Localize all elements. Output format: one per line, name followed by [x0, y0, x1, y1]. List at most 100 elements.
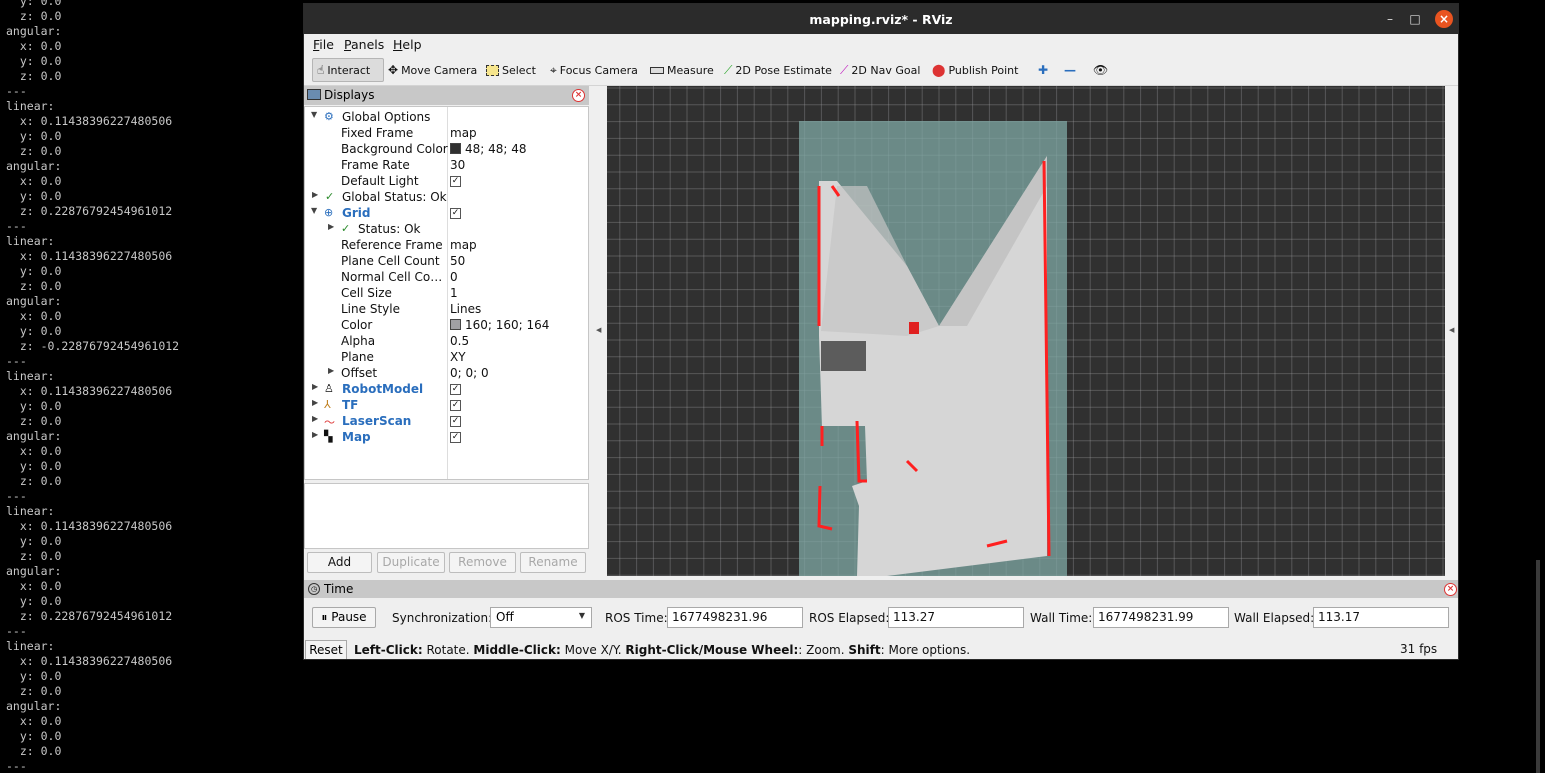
terminal-line: angular: [6, 429, 62, 443]
3d-viewport[interactable] [607, 86, 1445, 576]
minimize-button[interactable]: – [1381, 10, 1399, 28]
terminal-line: x: 0.11438396227480506 [6, 519, 173, 533]
obstacle-shade [821, 341, 866, 371]
terminal-line: z: 0.0 [6, 279, 62, 293]
tree-row-tf[interactable]: ▶ ⅄ TF ✓ [305, 397, 588, 413]
move-camera-tool-button[interactable]: ✥ Move Camera [384, 58, 481, 82]
publish-point-tool-button[interactable]: ⬤ Publish Point [928, 58, 1022, 82]
rviz-window: mapping.rviz* - RViz – □ × File Panels H… [303, 3, 1459, 660]
tree-row-cell-size[interactable]: Cell Size 1 [305, 285, 588, 301]
ros-time-field[interactable]: 1677498231.96 [667, 607, 803, 628]
tree-row-background-color[interactable]: Background Color 48; 48; 48 [305, 141, 588, 157]
magenta-arrow-icon: ⟋ [840, 62, 849, 77]
duplicate-display-button[interactable]: Duplicate [377, 552, 445, 573]
laser-wave-icon: 〜 [324, 416, 335, 429]
terminal-line: z: -0.22876792454961012 [6, 339, 180, 353]
tree-row-reference-frame[interactable]: Reference Frame map [305, 237, 588, 253]
tree-row-offset[interactable]: ▶ Offset 0; 0; 0 [305, 365, 588, 381]
menu-help[interactable]: Help [393, 37, 422, 52]
terminal-line: z: 0.0 [6, 474, 62, 488]
monitor-icon [307, 89, 321, 100]
grid-checkbox[interactable]: ✓ [450, 208, 461, 219]
tree-row-line-style[interactable]: Line Style Lines [305, 301, 588, 317]
terminal-line: y: 0.0 [6, 729, 62, 743]
status-bar: Reset Left-Click: Rotate. Middle-Click: … [304, 638, 1458, 659]
displays-title: Displays [324, 88, 375, 102]
tree-row-map[interactable]: ▶ ▚ Map ✓ [305, 429, 588, 445]
tree-row-global-status[interactable]: ▶ ✓ Global Status: Ok [305, 189, 588, 205]
robot-icon: ♙ [324, 382, 334, 395]
wall-time-label: Wall Time: [1030, 611, 1093, 625]
synchronization-select[interactable]: Off ▼ [490, 607, 592, 628]
map-render[interactable] [607, 86, 1445, 576]
tree-row-grid[interactable]: ▼ ⊕ Grid ✓ [305, 205, 588, 221]
remove-display-button[interactable]: Remove [449, 552, 516, 573]
laser-scan-checkbox[interactable]: ✓ [450, 416, 461, 427]
clock-icon: ◷ [308, 583, 320, 595]
tree-row-fixed-frame[interactable]: Fixed Frame map [305, 125, 588, 141]
terminal-output: y: 0.0 z: 0.0 angular: x: 0.0 y: 0.0 z: 0… [0, 0, 300, 773]
title-bar: mapping.rviz* - RViz – □ × [304, 4, 1458, 34]
tree-row-alpha[interactable]: Alpha 0.5 [305, 333, 588, 349]
terminal-line: y: 0.0 [6, 189, 62, 203]
tree-row-frame-rate[interactable]: Frame Rate 30 [305, 157, 588, 173]
pause-button[interactable]: ⏸ Pause [312, 607, 376, 628]
terminal-line: z: 0.0 [6, 414, 62, 428]
menu-file[interactable]: File [313, 37, 334, 52]
wall-elapsed-field[interactable]: 113.17 [1313, 607, 1449, 628]
add-tool-plus-icon[interactable]: ✚ [1034, 58, 1052, 82]
terminal-line: angular: [6, 159, 62, 173]
default-light-checkbox[interactable]: ✓ [450, 176, 461, 187]
nav-goal-tool-button[interactable]: ⟋ 2D Nav Goal [836, 58, 924, 82]
maximize-button[interactable]: □ [1406, 10, 1424, 28]
terminal-line: --- [6, 489, 27, 503]
panel-close-icon[interactable]: × [1444, 583, 1457, 596]
close-button[interactable]: × [1435, 10, 1453, 28]
terminal-line: z: 0.22876792454961012 [6, 609, 173, 623]
tree-row-grid-status[interactable]: ▶ ✓ Status: Ok [305, 221, 588, 237]
tree-row-color[interactable]: Color 160; 160; 164 [305, 317, 588, 333]
property-description-box [304, 483, 589, 549]
interact-tool-button[interactable]: ☝ Interact [312, 58, 384, 82]
desktop-scrollbar[interactable] [1533, 0, 1545, 773]
wall-time-field[interactable]: 1677498231.99 [1093, 607, 1229, 628]
tree-row-normal-cell-count[interactable]: Normal Cell Co… 0 [305, 269, 588, 285]
tree-row-robot-model[interactable]: ▶ ♙ RobotModel ✓ [305, 381, 588, 397]
tree-row-global-options[interactable]: ▼ ⚙ Global Options [305, 109, 588, 125]
panel-close-icon[interactable]: × [572, 89, 585, 102]
add-display-button[interactable]: Add [307, 552, 372, 573]
tree-row-laser-scan[interactable]: ▶ 〜 LaserScan ✓ [305, 413, 588, 429]
green-arrow-icon: ⟋ [724, 62, 733, 77]
select-tool-button[interactable]: Select [482, 58, 540, 82]
display-tree[interactable]: ▼ ⚙ Global Options Fixed Frame map Backgr… [304, 106, 589, 480]
tree-row-plane[interactable]: Plane XY [305, 349, 588, 365]
measure-tool-button[interactable]: Measure [646, 58, 718, 82]
terminal-line: z: 0.22876792454961012 [6, 204, 173, 218]
left-splitter[interactable]: ◀ [590, 86, 606, 577]
ros-time-label: ROS Time: [605, 611, 668, 625]
right-splitter[interactable]: ◀ [1446, 86, 1458, 577]
ros-elapsed-label: ROS Elapsed: [809, 611, 890, 625]
ros-elapsed-field[interactable]: 113.27 [888, 607, 1024, 628]
remove-tool-minus-icon[interactable]: — [1060, 58, 1080, 82]
terminal-line: y: 0.0 [6, 669, 62, 683]
map-grid-icon: ▚ [324, 430, 333, 443]
tree-row-plane-cell-count[interactable]: Plane Cell Count 50 [305, 253, 588, 269]
scrollbar-thumb[interactable] [1536, 560, 1540, 773]
axes-icon: ⅄ [324, 398, 331, 411]
time-controls: ⏸ Pause Synchronization: Off ▼ ROS Time: … [304, 604, 1458, 632]
rename-display-button[interactable]: Rename [520, 552, 586, 573]
tf-checkbox[interactable]: ✓ [450, 400, 461, 411]
terminal-line: z: 0.0 [6, 744, 62, 758]
pose-estimate-tool-button[interactable]: ⟋ 2D Pose Estimate [720, 58, 836, 82]
reset-button[interactable]: Reset [305, 640, 347, 659]
map-checkbox[interactable]: ✓ [450, 432, 461, 443]
terminal-line: x: 0.11438396227480506 [6, 114, 173, 128]
tree-row-default-light[interactable]: Default Light ✓ [305, 173, 588, 189]
displays-header: Displays × [304, 86, 589, 105]
eye-dropdown-icon[interactable]: 👁 [1089, 58, 1112, 82]
robot-model-checkbox[interactable]: ✓ [450, 384, 461, 395]
focus-camera-tool-button[interactable]: ⌖ Focus Camera [546, 58, 642, 82]
menu-panels[interactable]: Panels [344, 37, 384, 52]
time-panel-title: Time [324, 582, 354, 596]
